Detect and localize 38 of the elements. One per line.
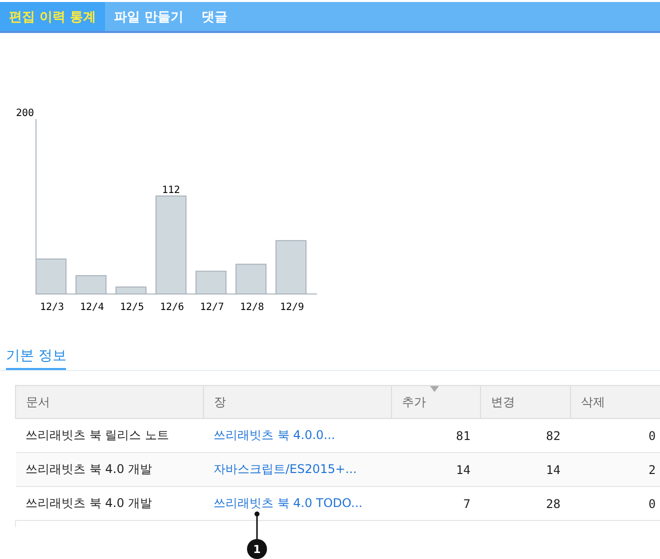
table-cell: 28 <box>480 486 570 520</box>
column-header[interactable]: 추가 <box>392 386 480 418</box>
data-label: 112 <box>162 185 180 196</box>
table-cell: 쓰리래빗츠 북 4.0 개발 <box>16 452 204 486</box>
table-cell: 14 <box>392 452 480 486</box>
axis-label: 200 <box>16 108 34 119</box>
table-cell: 81 <box>392 418 480 452</box>
column-header[interactable]: 장 <box>204 386 392 418</box>
sort-icon <box>430 386 439 392</box>
axis-label: 12/3 <box>40 302 64 313</box>
axis-label: 12/7 <box>200 302 224 313</box>
table-cell: 2 <box>570 452 660 486</box>
section-title: 기본 정보 <box>6 347 66 370</box>
bar <box>276 240 306 294</box>
table-cell: 0 <box>570 486 660 520</box>
axis-label: 12/4 <box>80 302 104 313</box>
chapter-link[interactable]: 쓰리래빗츠 북 4.0 TODO... <box>214 496 362 510</box>
table-cell: 0 <box>570 418 660 452</box>
chapter-link[interactable]: 쓰리래빗츠 북 4.0.0... <box>214 428 336 442</box>
bar <box>36 258 66 294</box>
column-header[interactable]: 문서 <box>16 386 204 418</box>
bar <box>236 264 266 294</box>
bar <box>116 286 146 294</box>
column-header[interactable]: 변경 <box>480 386 570 418</box>
table-cell: 82 <box>480 418 570 452</box>
axis-label: 12/6 <box>160 302 184 313</box>
table-cell: 7 <box>392 486 480 520</box>
table-cell: 14 <box>480 452 570 486</box>
bar <box>196 270 226 294</box>
axis-label: 12/8 <box>240 302 264 313</box>
leader-line <box>254 511 260 541</box>
axis-label: 12/5 <box>120 302 144 313</box>
table-cell: 쓰리래빗츠 북 4.0 개발 <box>16 486 204 520</box>
axis-label: 12/9 <box>280 302 304 313</box>
column-header[interactable]: 삭제 <box>570 386 660 418</box>
bar <box>76 275 106 294</box>
callout-badge: 1 <box>247 539 267 559</box>
table-cell: 쓰리래빗츠 북 릴리스 노트 <box>16 418 204 452</box>
